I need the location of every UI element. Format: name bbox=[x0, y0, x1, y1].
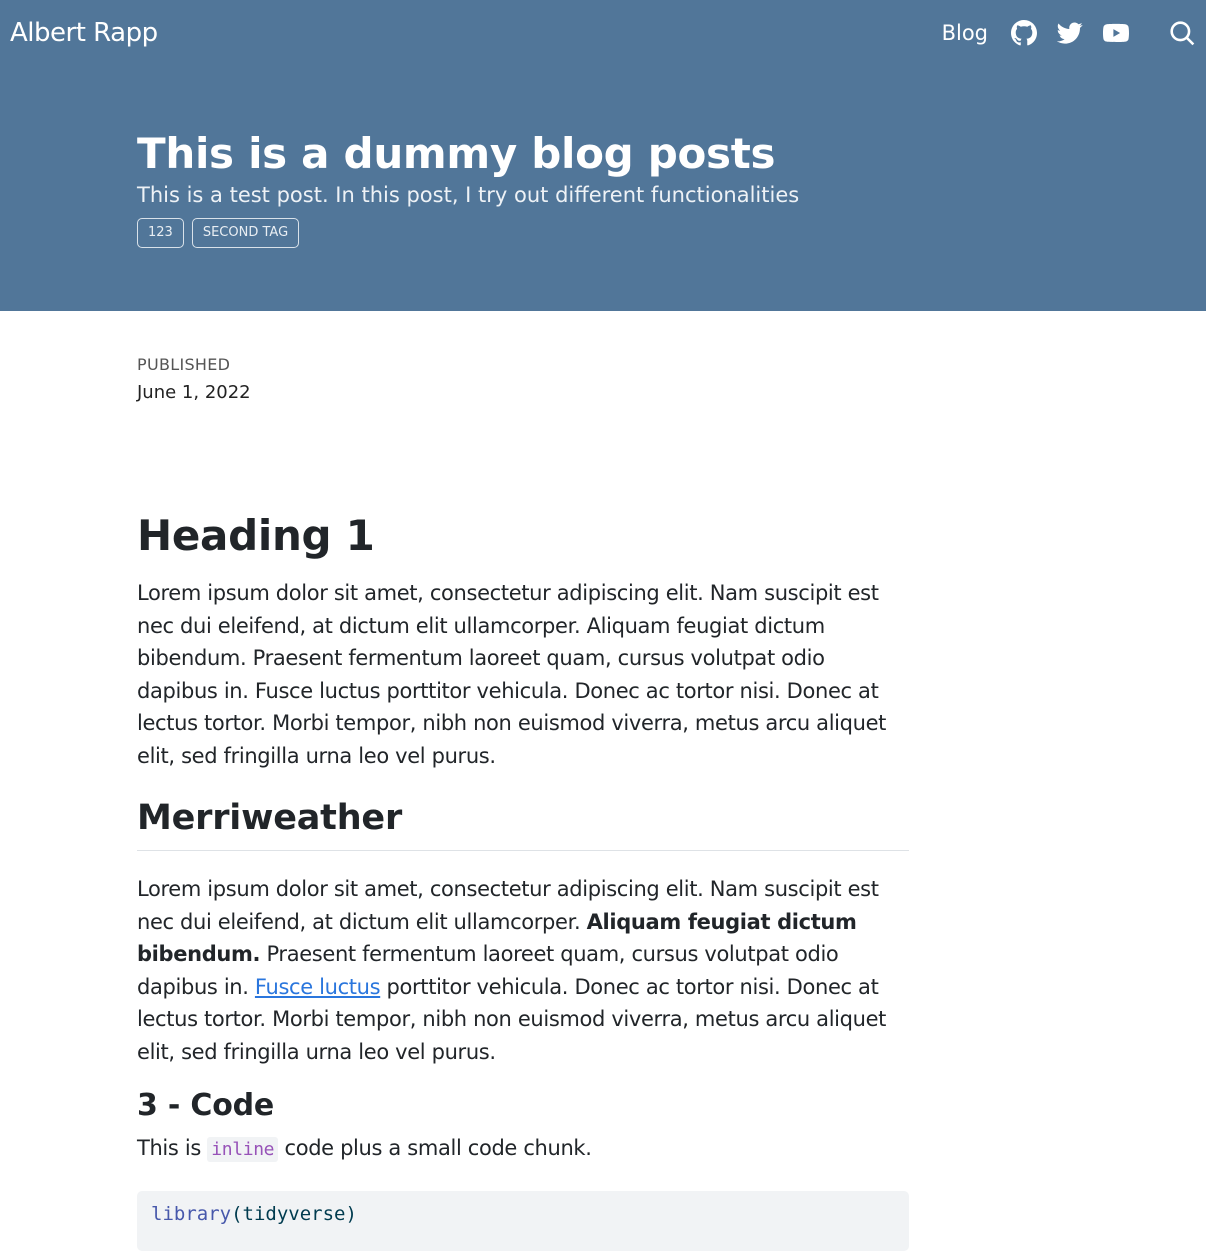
paragraph-3-before: This is bbox=[137, 1136, 208, 1160]
navbar: Albert Rapp Blog bbox=[0, 0, 1206, 66]
post-meta: PUBLISHED June 1, 2022 bbox=[0, 311, 1206, 403]
code-paren-open: ( bbox=[231, 1202, 243, 1225]
published-date: June 1, 2022 bbox=[137, 382, 251, 403]
code-block[interactable]: library(tidyverse) bbox=[137, 1190, 909, 1251]
twitter-icon[interactable] bbox=[1056, 19, 1084, 47]
paragraph-3-after: code plus a small code chunk. bbox=[278, 1136, 592, 1160]
nav-link-blog[interactable]: Blog bbox=[942, 21, 988, 45]
code-argument: tidyverse bbox=[242, 1202, 346, 1225]
github-icon[interactable] bbox=[1010, 19, 1038, 47]
nav-right: Blog bbox=[942, 0, 1206, 66]
tag-second-tag[interactable]: SECOND TAG bbox=[191, 218, 300, 248]
heading-merriweather: Merriweather bbox=[137, 796, 909, 851]
youtube-icon[interactable] bbox=[1102, 19, 1130, 47]
heading-1: Heading 1 bbox=[137, 511, 375, 560]
inline-code: inline bbox=[207, 1137, 279, 1162]
post-content: Heading 1 Lorem ipsum dolor sit amet, co… bbox=[137, 403, 909, 1251]
site-brand[interactable]: Albert Rapp bbox=[10, 18, 158, 48]
paragraph-3: This is inline code plus a small code ch… bbox=[137, 1132, 909, 1167]
heading-code: 3 - Code bbox=[137, 1088, 275, 1123]
code-paren-close: ) bbox=[345, 1202, 357, 1225]
tag-123[interactable]: 123 bbox=[137, 218, 184, 248]
search-icon[interactable] bbox=[1168, 19, 1196, 47]
page-title: This is a dummy blog posts bbox=[137, 129, 776, 178]
published-label: PUBLISHED bbox=[137, 355, 231, 374]
tag-list: 123 SECOND TAG bbox=[137, 218, 1206, 248]
fusce-luctus-link[interactable]: Fusce luctus bbox=[255, 975, 381, 999]
code-function: library bbox=[151, 1202, 232, 1225]
title-banner: This is a dummy blog posts This is a tes… bbox=[0, 66, 1206, 311]
paragraph-2: Lorem ipsum dolor sit amet, consectetur … bbox=[137, 873, 909, 1068]
paragraph-1: Lorem ipsum dolor sit amet, consectetur … bbox=[137, 581, 887, 768]
page-subtitle: This is a test post. In this post, I try… bbox=[137, 183, 800, 207]
